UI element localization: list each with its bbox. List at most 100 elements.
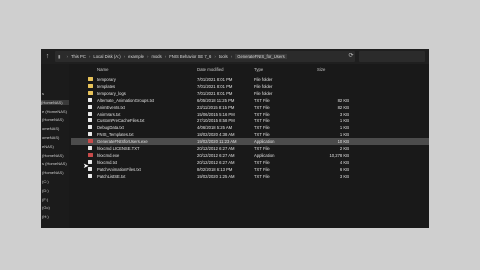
text-file-icon — [88, 132, 92, 137]
cell-size: 1 KB — [339, 125, 349, 131]
cell-type: TXT File — [254, 125, 270, 131]
table-row[interactable]: FNIS_Templates.txt 18/02/2020 4:38 AM TXT … — [71, 131, 429, 138]
cell-name: templates — [97, 83, 116, 89]
table-row[interactable]: CustomPreCacheFiles.txt 27/10/2015 8:58 P… — [71, 117, 429, 124]
column-header-date[interactable]: Date modified — [197, 67, 224, 72]
table-row[interactable]: Alternate_AnimationGroups.txt 6/05/2018 1… — [71, 97, 429, 104]
cell-name: DebugData.txt — [97, 125, 124, 131]
sidebar-item[interactable]: (H:) — [42, 214, 49, 219]
sidebar-item[interactable]: eNAS) — [42, 144, 54, 149]
cell-name: FNIS_Templates.txt — [97, 132, 134, 138]
sidebar-item[interactable]: e (HomeNAS) — [42, 109, 67, 114]
breadcrumb-mods[interactable]: mods — [151, 54, 161, 59]
chevron-right-icon: › — [164, 54, 167, 59]
cell-type: TXT File — [254, 104, 270, 110]
cell-date: 18/02/2020 4:38 AM — [197, 132, 235, 138]
table-row[interactable]: hkxcmd.txt 20/12/2012 6:27 AM TXT File 4 KB — [71, 159, 429, 166]
cell-size: 6 KB — [339, 166, 349, 172]
breadcrumb-fnis[interactable]: FNIS Behavior SE 7_6 — [169, 54, 211, 59]
sidebar-item[interactable]: (Gc) — [42, 205, 50, 210]
refresh-icon[interactable]: ⟳ — [347, 52, 355, 60]
breadcrumb-tools[interactable]: tools — [219, 54, 228, 59]
file-explorer-window: ↑ ▮ › This PC › Local Disk (A:) › exampl… — [41, 49, 429, 228]
sidebar-item[interactable]: (HomeNAS) — [42, 170, 64, 175]
chevron-right-icon: › — [123, 54, 126, 59]
cell-name: PatchListSE.txt — [97, 173, 126, 179]
search-input[interactable] — [359, 51, 425, 62]
cell-type: File folder — [254, 90, 273, 96]
cell-type: File folder — [254, 83, 273, 89]
cell-name: CustomPreCacheFiles.txt — [97, 118, 145, 124]
cell-name: hkxcmd LICENSE.TXT — [97, 146, 140, 151]
address-bar[interactable]: ▮ › This PC › Local Disk (A:) › example … — [55, 51, 355, 62]
cell-date: 23/11/2015 8:15 PM — [197, 104, 235, 110]
cell-name: GenerateFNISforUsers.exe — [97, 139, 148, 145]
breadcrumb-example[interactable]: example — [128, 54, 144, 59]
column-header-type[interactable]: Type — [254, 67, 263, 72]
cell-date: 7/01/2021 8:01 PM — [197, 83, 233, 89]
text-file-icon — [88, 97, 92, 102]
sidebar-item[interactable]: (HomeNAS) — [42, 153, 64, 158]
table-row[interactable]: DebugData.txt 4/06/2018 5:25 AM TXT File 1 … — [71, 124, 429, 131]
cell-date: 20/12/2012 6:27 AM — [197, 152, 235, 158]
cell-type: TXT File — [254, 97, 270, 103]
column-header-name[interactable]: Name — [97, 67, 108, 72]
table-row[interactable]: templates 7/01/2021 8:01 PM File folder — [71, 83, 429, 90]
table-row[interactable]: AnimEvents.txt 23/11/2015 8:15 PM TXT File… — [71, 104, 429, 111]
cell-name: hkxcmd.exe — [97, 152, 120, 158]
cell-size: 2 KB — [339, 146, 349, 151]
cell-type: TXT File — [254, 173, 270, 179]
folder-icon — [88, 83, 93, 88]
table-row[interactable]: hkxcmd.exe 20/12/2012 6:27 AM Application 1… — [71, 152, 429, 159]
table-row[interactable]: GenerateFNISforUsers.exe 19/02/2020 11:23… — [71, 138, 429, 145]
text-file-icon — [88, 146, 92, 150]
table-row[interactable]: hkxcmd LICENSE.TXT 20/12/2012 6:27 AM TXT … — [71, 145, 429, 152]
application-icon — [88, 139, 93, 144]
cell-type: TXT File — [254, 118, 270, 124]
text-file-icon — [88, 125, 92, 130]
table-row[interactable]: PatchAnimationFiles.txt 8/02/2018 6:13 PM… — [71, 166, 429, 173]
cell-name: temporary — [97, 77, 116, 82]
cell-type: TXT File — [254, 166, 270, 172]
table-row[interactable]: temporary_logs 7/01/2021 8:01 PM File fold… — [71, 90, 429, 97]
cell-type: TXT File — [254, 146, 270, 151]
sidebar-item[interactable]: s — [42, 91, 44, 96]
cell-date: 27/10/2015 8:58 PM — [197, 118, 235, 124]
breadcrumb-local-disk[interactable]: Local Disk (A:) — [93, 54, 120, 59]
text-file-icon — [88, 104, 92, 109]
sidebar-item[interactable]: (HomeNAS) — [42, 117, 64, 122]
cell-date: 19/02/2020 11:23 AM — [197, 139, 237, 145]
cell-type: TXT File — [254, 111, 270, 117]
cell-size: 10,278 KB — [329, 152, 349, 158]
cell-date: 15/06/2015 5:16 PM — [197, 111, 235, 117]
sidebar-item[interactable]: (D:) — [42, 188, 49, 193]
sidebar-item[interactable]: (C:) — [42, 179, 49, 184]
cell-size: 1 KB — [339, 132, 349, 138]
cell-size: 10 KB — [337, 139, 349, 145]
cell-date: 8/02/2018 6:13 PM — [197, 166, 233, 172]
up-arrow-icon[interactable]: ↑ — [43, 52, 52, 61]
sidebar-item[interactable]: (F:) — [42, 197, 48, 202]
table-row[interactable]: PatchListSE.txt 19/02/2020 1:25 AM TXT Fil… — [71, 173, 429, 180]
cell-date: 7/01/2021 8:01 PM — [197, 77, 233, 82]
table-row[interactable]: temporary 7/01/2021 8:01 PM File folder — [71, 76, 429, 83]
table-row[interactable]: AnimVars.txt 15/06/2015 5:16 PM TXT File 3 … — [71, 111, 429, 118]
breadcrumb-current-folder[interactable]: GenerateFNIS_for_Users — [235, 54, 287, 59]
cell-size: 4 KB — [339, 159, 349, 165]
sidebar-item[interactable]: (HomeNAS) — [41, 99, 69, 105]
file-list: Name Date modified Type Size temporary 7/… — [71, 64, 429, 228]
column-header-size[interactable]: Size — [317, 67, 325, 72]
breadcrumb-this-pc[interactable]: This PC — [71, 54, 86, 59]
cell-date: 6/05/2018 11:25 PM — [197, 97, 235, 103]
sidebar-item[interactable]: omeNAS) — [42, 126, 59, 131]
cell-type: Application — [254, 152, 275, 158]
cell-date: 19/02/2020 1:25 AM — [197, 173, 235, 179]
chevron-right-icon: › — [230, 54, 233, 59]
cell-size: 3 KB — [339, 111, 349, 117]
cell-name: AnimEvents.txt — [97, 104, 125, 110]
cell-date: 20/12/2012 6:27 AM — [197, 159, 235, 165]
mouse-cursor-icon: ➤ — [83, 163, 89, 170]
sidebar-item[interactable]: omeNAS) — [42, 135, 59, 140]
text-file-icon — [88, 173, 92, 178]
sidebar-item[interactable]: s (HomeNAS) — [42, 161, 67, 166]
